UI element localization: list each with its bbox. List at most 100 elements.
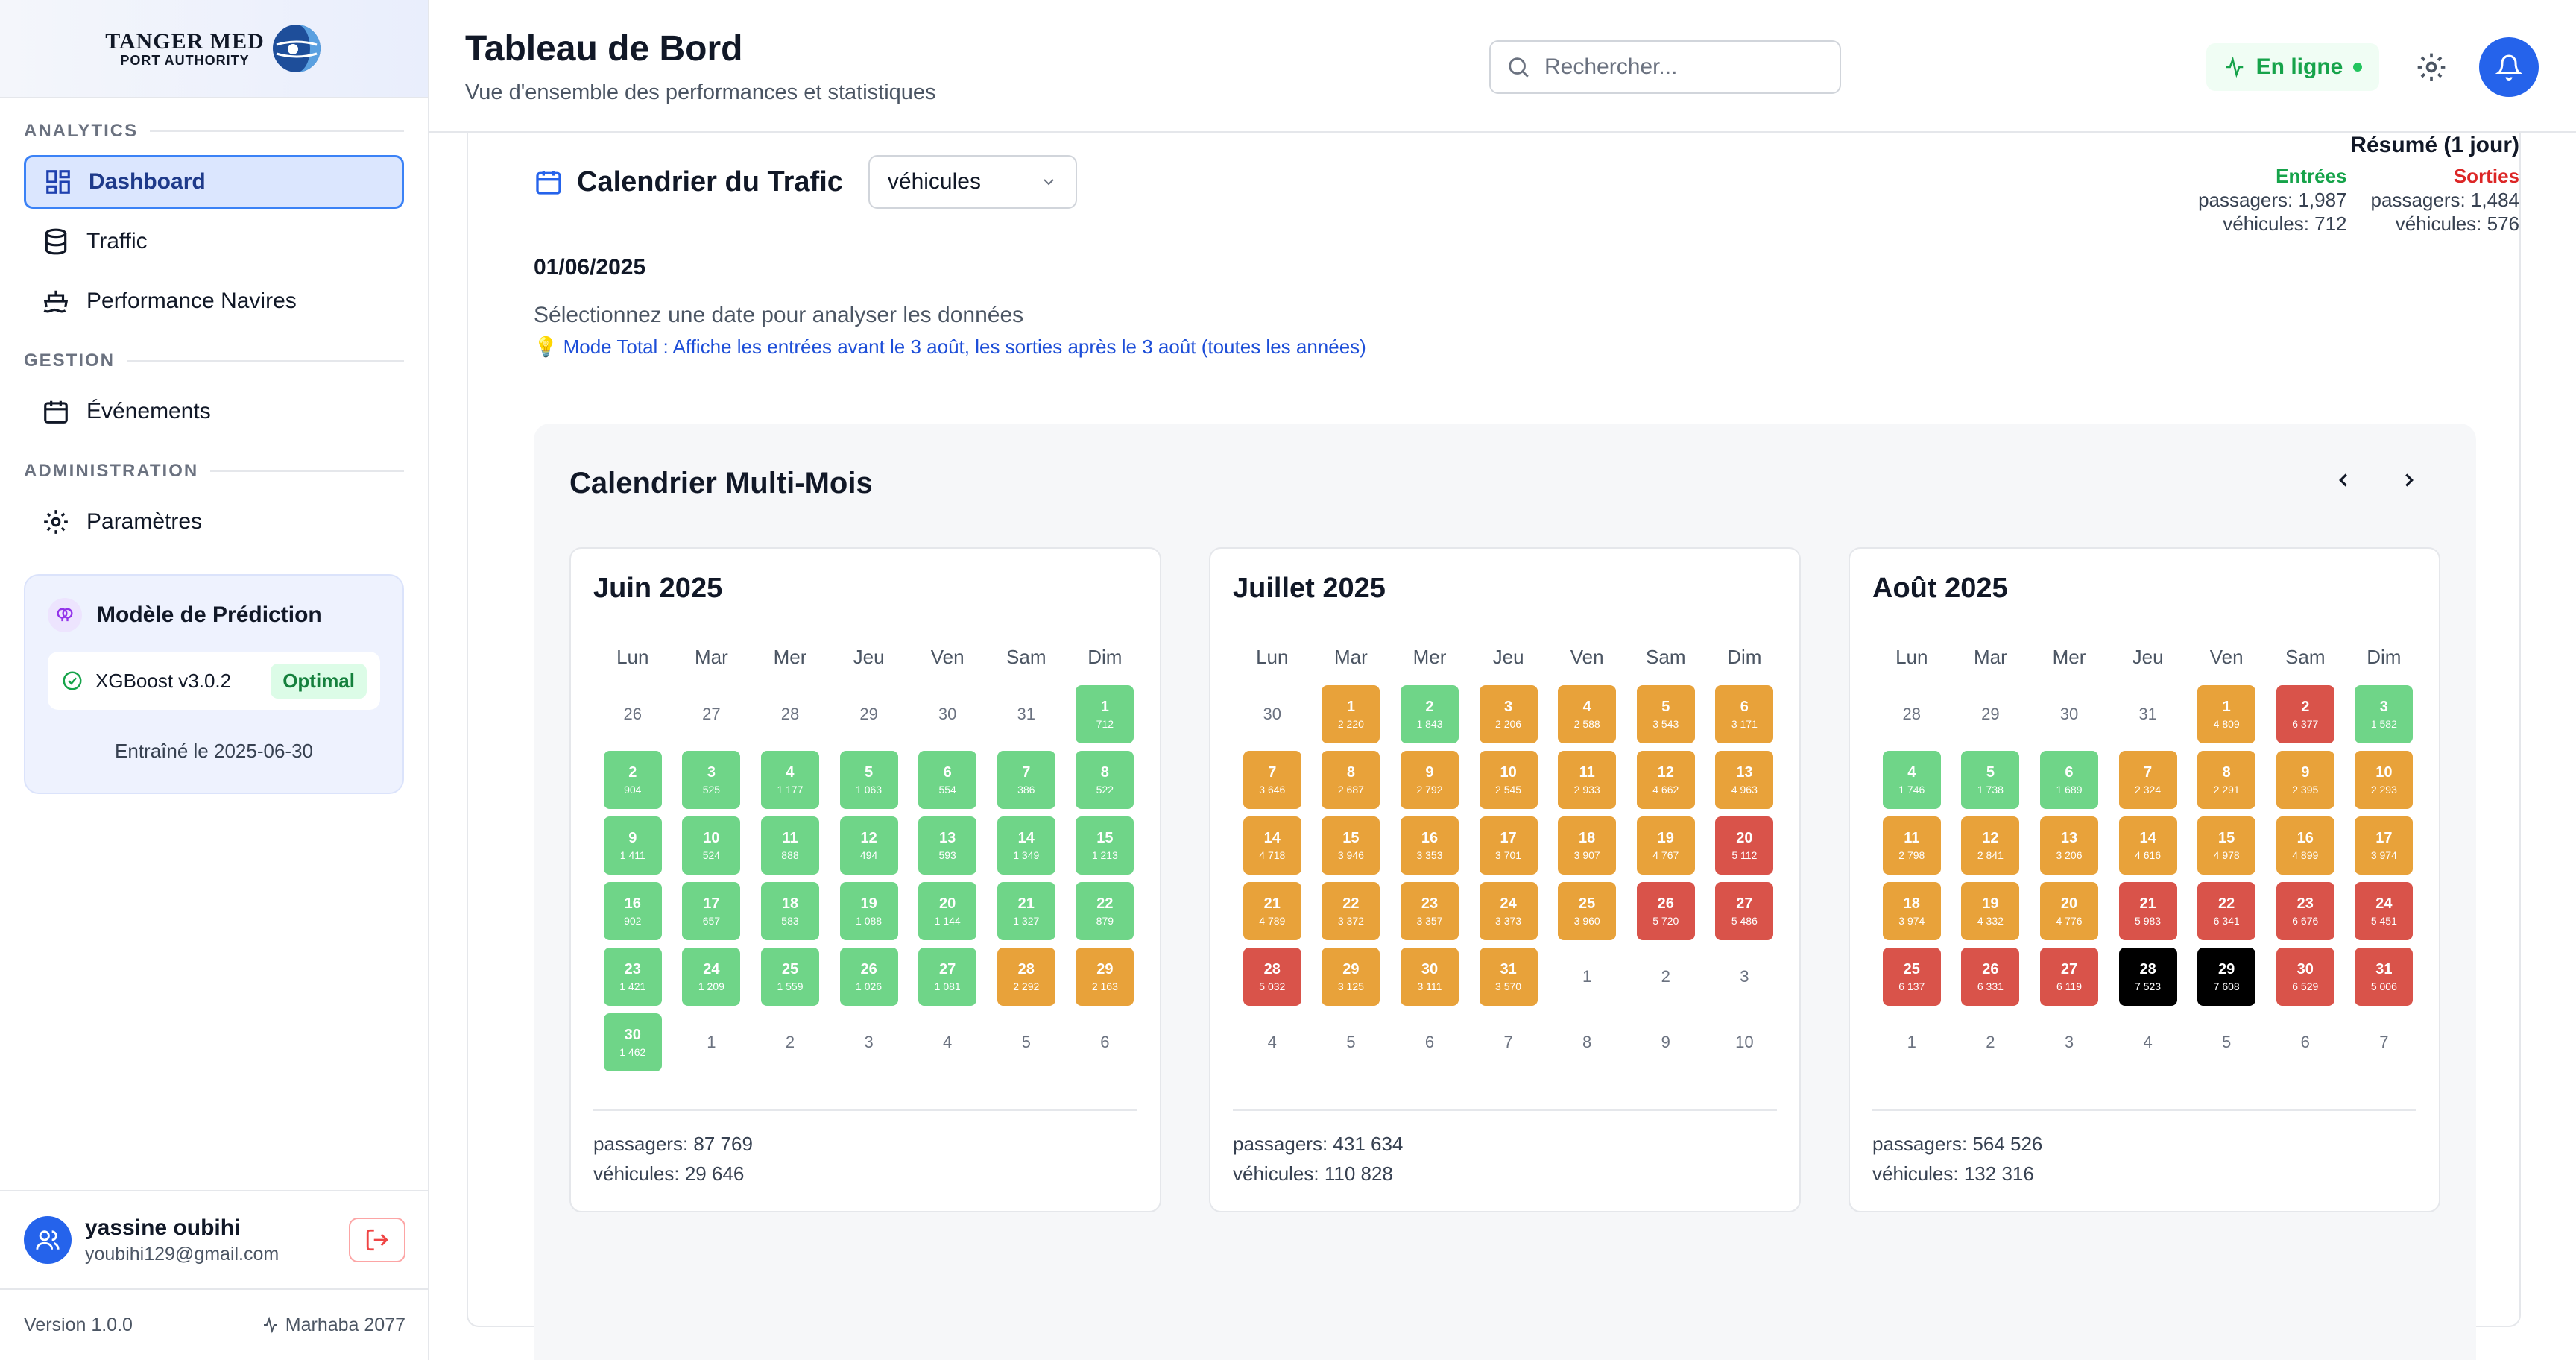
day-box[interactable]: 2 6 377 [2276,685,2334,743]
day-box[interactable]: 18 3 974 [1882,882,1941,940]
day-box[interactable]: 4 2 588 [1558,685,1617,743]
day-cell[interactable]: 2 1 843 [1390,681,1469,747]
day-box[interactable]: 19 1 088 [839,882,898,940]
day-box[interactable]: 16 3 353 [1400,816,1459,875]
day-box[interactable]: 25 3 960 [1558,882,1617,940]
day-cell[interactable]: 24 5 451 [2345,878,2424,944]
notifications-button[interactable] [2479,37,2539,97]
day-box[interactable]: 16 4 899 [2276,816,2334,875]
day-cell[interactable]: 14 4 616 [2109,813,2188,878]
day-box[interactable]: 3 525 [682,751,741,809]
day-cell[interactable]: 4 2 588 [1547,681,1626,747]
sidebar-item-dashboard[interactable]: Dashboard [24,155,404,209]
day-cell[interactable]: 18 3 907 [1547,813,1626,878]
day-box[interactable]: 26 1 026 [839,948,898,1006]
day-box[interactable]: 21 1 327 [997,882,1055,940]
day-cell[interactable]: 3 2 206 [1469,681,1548,747]
day-cell[interactable]: 7 3 646 [1233,747,1312,813]
day-box[interactable]: 23 1 421 [603,948,662,1006]
day-box[interactable]: 31 3 570 [1479,948,1538,1006]
day-cell[interactable]: 25 3 960 [1547,878,1626,944]
day-box[interactable]: 29 2 163 [1076,948,1134,1006]
day-cell[interactable]: 8 2 291 [2187,747,2266,813]
day-cell[interactable]: 1 712 [1066,681,1145,747]
day-cell[interactable]: 5 1 063 [830,747,909,813]
day-cell[interactable]: 25 1 559 [751,944,830,1010]
day-box[interactable]: 14 4 616 [2118,816,2177,875]
day-box[interactable]: 28 2 292 [997,948,1055,1006]
day-cell[interactable]: 27 6 119 [2030,944,2109,1010]
day-cell[interactable]: 11 2 798 [1872,813,1951,878]
day-cell[interactable]: 2 6 377 [2266,681,2345,747]
day-cell[interactable]: 24 3 373 [1469,878,1548,944]
sidebar-item-evenements[interactable]: Événements [24,385,404,438]
prev-month-button[interactable] [2330,467,2357,494]
day-box[interactable]: 4 1 746 [1882,751,1941,809]
day-box[interactable]: 22 6 341 [2197,882,2256,940]
day-box[interactable]: 27 6 119 [2039,948,2098,1006]
day-cell[interactable]: 1 4 809 [2187,681,2266,747]
day-cell[interactable]: 30 1 462 [593,1010,672,1075]
day-box[interactable]: 17 3 974 [2355,816,2414,875]
day-box[interactable]: 24 1 209 [682,948,741,1006]
day-box[interactable]: 1 2 220 [1322,685,1380,743]
day-cell[interactable]: 14 4 718 [1233,813,1312,878]
day-cell[interactable]: 22 6 341 [2187,878,2266,944]
day-cell[interactable]: 31 5 006 [2345,944,2424,1010]
day-box[interactable]: 9 1 411 [603,816,662,875]
day-cell[interactable]: 10 524 [672,813,751,878]
day-cell[interactable]: 22 3 372 [1312,878,1391,944]
day-cell[interactable]: 21 5 983 [2109,878,2188,944]
day-cell[interactable]: 24 1 209 [672,944,751,1010]
day-box[interactable]: 12 4 662 [1636,751,1695,809]
day-box[interactable]: 9 2 395 [2276,751,2334,809]
day-box[interactable]: 15 4 978 [2197,816,2256,875]
settings-gear-icon[interactable] [2415,51,2448,84]
day-box[interactable]: 12 2 841 [1961,816,2020,875]
day-cell[interactable]: 20 5 112 [1705,813,1784,878]
day-cell[interactable]: 3 1 582 [2345,681,2424,747]
day-cell[interactable]: 29 3 125 [1312,944,1391,1010]
day-cell[interactable]: 5 3 543 [1626,681,1705,747]
day-cell[interactable]: 12 4 662 [1626,747,1705,813]
day-box[interactable]: 7 2 324 [2118,751,2177,809]
day-box[interactable]: 20 1 144 [918,882,977,940]
day-cell[interactable]: 23 3 357 [1390,878,1469,944]
day-cell[interactable]: 3 525 [672,747,751,813]
day-cell[interactable]: 9 2 792 [1390,747,1469,813]
day-box[interactable]: 3 1 582 [2355,685,2414,743]
day-box[interactable]: 26 5 720 [1636,882,1695,940]
day-box[interactable]: 14 1 349 [997,816,1055,875]
day-box[interactable]: 15 3 946 [1322,816,1380,875]
day-box[interactable]: 7 386 [997,751,1055,809]
day-cell[interactable]: 18 583 [751,878,830,944]
search-input[interactable]: Rechercher... [1489,40,1841,94]
day-cell[interactable]: 28 2 292 [987,944,1066,1010]
day-cell[interactable]: 30 6 529 [2266,944,2345,1010]
day-cell[interactable]: 25 6 137 [1872,944,1951,1010]
day-box[interactable]: 6 554 [918,751,977,809]
day-cell[interactable]: 12 2 841 [1951,813,2030,878]
day-box[interactable]: 14 4 718 [1243,816,1301,875]
day-box[interactable]: 15 1 213 [1076,816,1134,875]
day-cell[interactable]: 15 3 946 [1312,813,1391,878]
day-cell[interactable]: 12 494 [830,813,909,878]
day-box[interactable]: 21 5 983 [2118,882,2177,940]
day-box[interactable]: 5 1 063 [839,751,898,809]
day-box[interactable]: 18 583 [760,882,819,940]
day-box[interactable]: 10 524 [682,816,741,875]
day-cell[interactable]: 15 4 978 [2187,813,2266,878]
day-box[interactable]: 27 5 486 [1715,882,1774,940]
day-box[interactable]: 19 4 332 [1961,882,2020,940]
day-cell[interactable]: 27 1 081 [908,944,987,1010]
day-cell[interactable]: 20 4 776 [2030,878,2109,944]
day-cell[interactable]: 11 888 [751,813,830,878]
day-box[interactable]: 31 5 006 [2355,948,2414,1006]
day-cell[interactable]: 23 6 676 [2266,878,2345,944]
day-box[interactable]: 12 494 [839,816,898,875]
day-cell[interactable]: 29 7 608 [2187,944,2266,1010]
avatar[interactable] [24,1216,72,1264]
day-cell[interactable]: 2 904 [593,747,672,813]
day-cell[interactable]: 21 1 327 [987,878,1066,944]
day-box[interactable]: 24 3 373 [1479,882,1538,940]
